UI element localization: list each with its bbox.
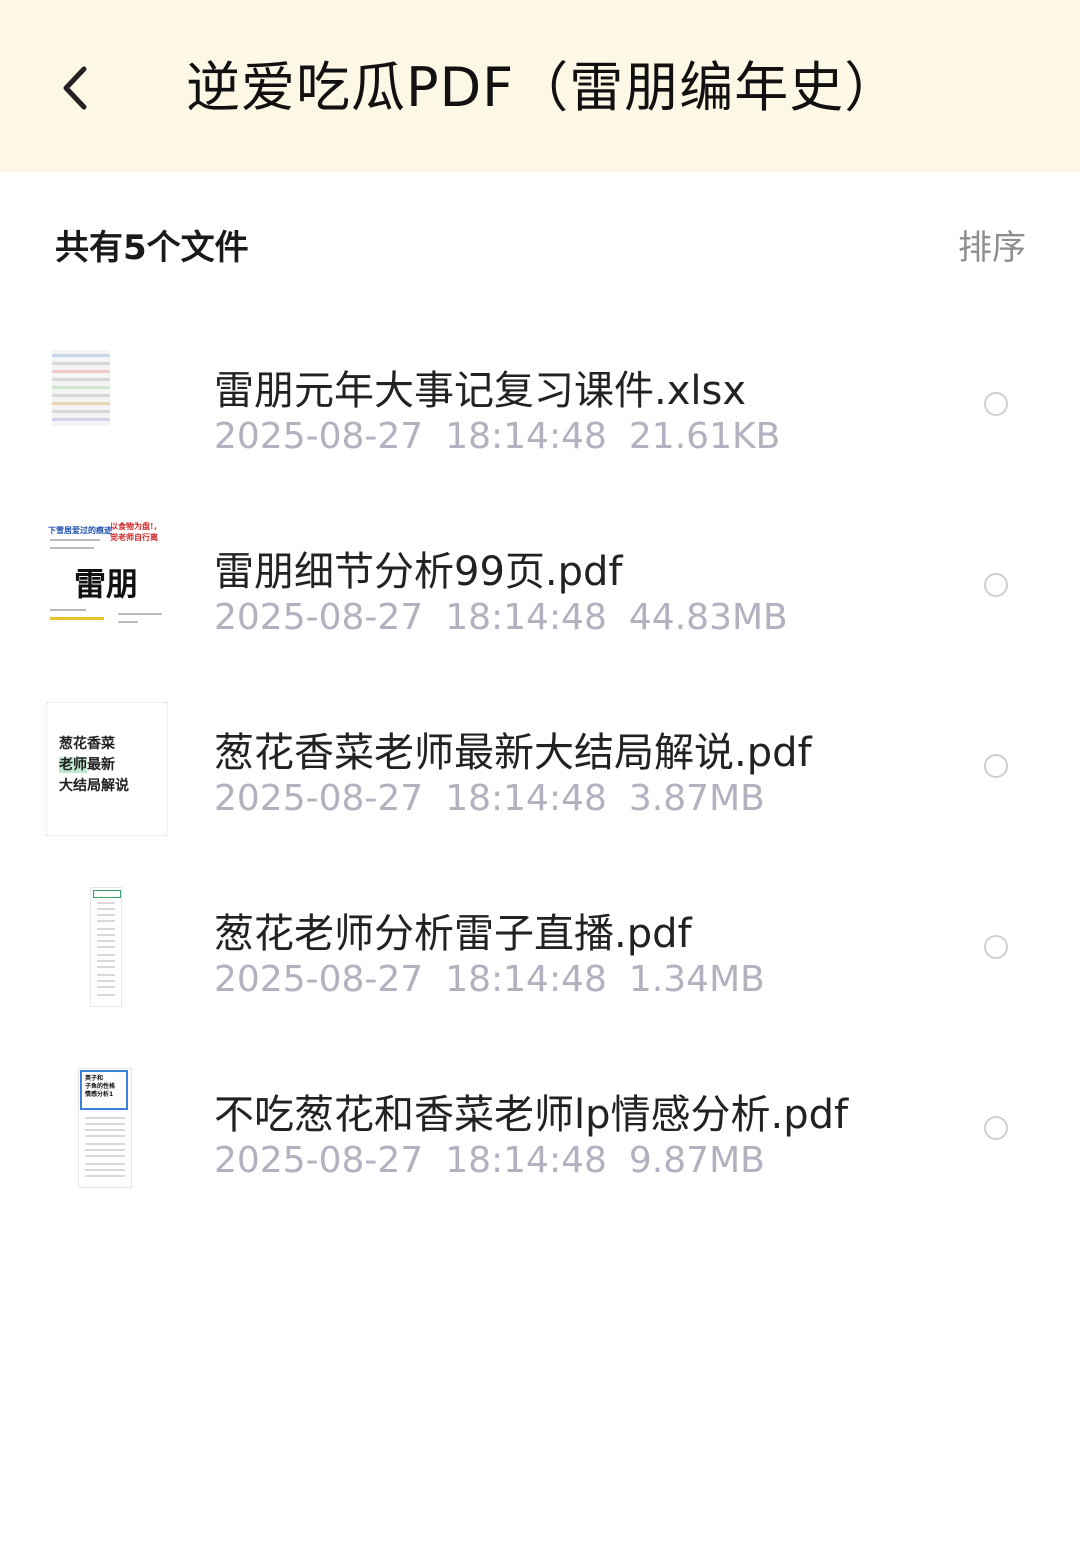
file-size: 9.87MB <box>628 1140 765 1181</box>
page-title: 逆爱吃瓜PDF（雷朋编年史） <box>186 56 900 119</box>
file-time: 18:14:48 <box>445 1140 607 1181</box>
select-radio[interactable] <box>984 392 1008 416</box>
thumb-caption: 以食物为盘!， <box>110 521 162 531</box>
file-name: 雷朋元年大事记复习课件.xlsx <box>214 368 747 414</box>
file-row[interactable]: 下雪居爱过的痕迹 以食物为盘!， 觉老师自行离 雷朋 雷朋细节分析99页.pdf… <box>0 497 1080 678</box>
file-time: 18:14:48 <box>445 778 607 819</box>
file-name: 葱花老师分析雷子直播.pdf <box>214 911 692 957</box>
select-radio[interactable] <box>984 1116 1008 1140</box>
file-meta: 2025-08-27 18:14:48 9.87MB <box>214 1140 787 1181</box>
thumb-title: 雷朋 <box>74 565 139 603</box>
file-time: 18:14:48 <box>445 416 607 457</box>
file-date: 2025-08-27 <box>214 597 424 638</box>
file-date: 2025-08-27 <box>214 778 424 819</box>
file-name: 雷朋细节分析99页.pdf <box>214 549 623 595</box>
header-bar: 逆爱吃瓜PDF（雷朋编年史） <box>0 0 1080 172</box>
file-name: 不吃葱花和香菜老师lp情感分析.pdf <box>214 1092 849 1138</box>
pdf-page-thumbnail: 荚子和 子鱼的性格 情感分析1 <box>46 1064 168 1198</box>
thumb-caption: 荚子和 <box>85 1075 104 1082</box>
spreadsheet-thumbnail <box>46 340 168 474</box>
file-meta: 2025-08-27 18:14:48 1.34MB <box>214 959 787 1000</box>
pdf-cover-thumbnail: 葱花香菜 老师最新 大结局解说 <box>46 702 168 836</box>
file-size: 44.83MB <box>628 597 788 638</box>
file-meta: 2025-08-27 18:14:48 3.87MB <box>214 778 787 819</box>
thumb-caption: 最新 <box>87 757 115 773</box>
file-row[interactable]: 葱花香菜 老师最新 大结局解说 葱花香菜老师最新大结局解说.pdf 2025-0… <box>0 678 1080 859</box>
thumb-caption: 子鱼的性格 <box>85 1083 116 1090</box>
select-radio[interactable] <box>984 754 1008 778</box>
file-date: 2025-08-27 <box>214 416 424 457</box>
file-row[interactable]: 葱花老师分析雷子直播.pdf 2025-08-27 18:14:48 1.34MB <box>0 859 1080 1040</box>
chevron-left-icon <box>63 66 87 110</box>
file-size: 1.34MB <box>628 959 765 1000</box>
thumb-caption: 情感分析1 <box>85 1091 114 1098</box>
file-date: 2025-08-27 <box>214 1140 424 1181</box>
thumb-caption: 大结局解说 <box>59 778 129 794</box>
thumb-caption: 觉老师自行离 <box>110 532 158 542</box>
file-meta: 2025-08-27 18:14:48 21.61KB <box>214 416 802 457</box>
file-size: 3.87MB <box>628 778 765 819</box>
thumb-caption: 葱花香菜 <box>59 736 115 752</box>
file-time: 18:14:48 <box>445 959 607 1000</box>
file-meta: 2025-08-27 18:14:48 44.83MB <box>214 597 810 638</box>
file-size: 21.61KB <box>628 416 781 457</box>
file-list: 雷朋元年大事记复习课件.xlsx 2025-08-27 18:14:48 21.61… <box>0 316 1080 1221</box>
pdf-cover-thumbnail: 下雪居爱过的痕迹 以食物为盘!， 觉老师自行离 雷朋 <box>46 521 168 655</box>
pdf-page-thumbnail <box>46 883 168 1017</box>
select-radio[interactable] <box>984 573 1008 597</box>
file-name: 葱花香菜老师最新大结局解说.pdf <box>214 730 812 776</box>
file-time: 18:14:48 <box>445 597 607 638</box>
back-button[interactable] <box>40 50 110 126</box>
file-row[interactable]: 荚子和 子鱼的性格 情感分析1 不吃葱花和香菜老师lp情感分析.pdf 2025… <box>0 1040 1080 1221</box>
thumb-caption: 老师 <box>59 757 87 773</box>
thumb-caption: 下雪居爱过的痕迹 <box>48 525 112 535</box>
file-count: 共有5个文件 <box>55 228 249 268</box>
select-radio[interactable] <box>984 935 1008 959</box>
list-summary: 共有5个文件 排序 <box>0 172 1080 312</box>
file-row[interactable]: 雷朋元年大事记复习课件.xlsx 2025-08-27 18:14:48 21.61… <box>0 316 1080 497</box>
sort-button[interactable]: 排序 <box>958 220 1026 269</box>
file-date: 2025-08-27 <box>214 959 424 1000</box>
